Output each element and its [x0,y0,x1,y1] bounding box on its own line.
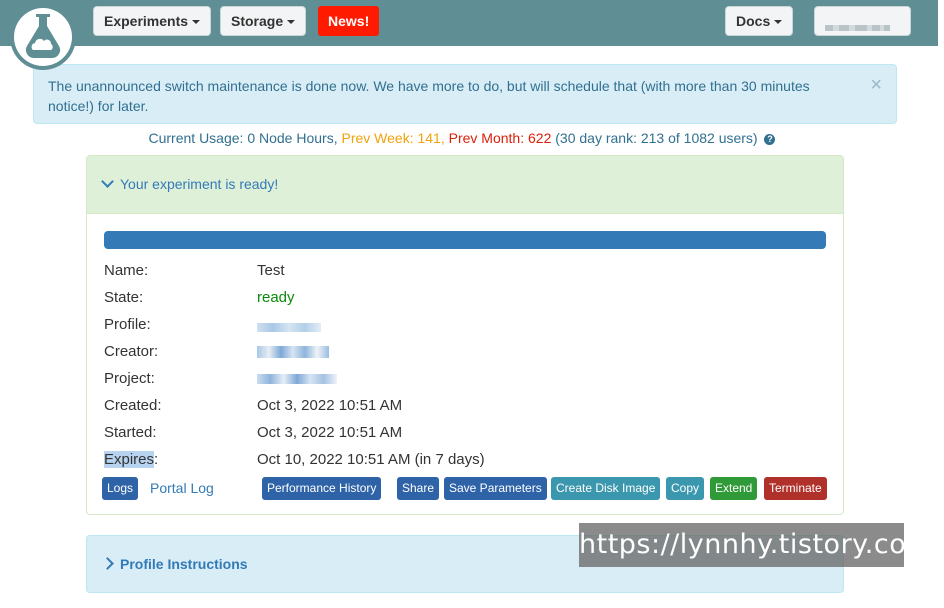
field-label: Started: [104,424,157,441]
field-label: Name: [104,262,149,279]
save-parameters-button[interactable]: Save Parameters [444,477,547,500]
alert-text: The unannounced switch maintenance is do… [48,78,810,114]
close-icon[interactable]: × [870,75,882,95]
experiment-state: ready [257,289,295,306]
extend-button[interactable]: Extend [710,477,758,500]
chevron-down-icon [287,20,296,25]
experiments-menu-label: Experiments [104,13,189,29]
experiment-status-title: Your experiment is ready! [120,176,279,192]
chevron-down-icon [774,20,783,25]
experiments-menu-button[interactable]: Experiments [93,6,212,36]
expires-label-highlight: Expires [104,451,155,468]
field-label: Expires: [104,451,254,468]
prev-week-usage: Prev Week: 141, [341,130,445,146]
create-disk-image-button[interactable]: Create Disk Image [551,477,661,500]
started-time: Oct 3, 2022 10:51 AM [257,424,403,441]
redacted-creator-link[interactable] [257,343,329,360]
logs-button[interactable]: Logs [102,477,139,500]
experiment-progress-bar [104,231,826,249]
logo[interactable] [10,4,76,70]
docs-menu-button[interactable]: Docs [725,6,794,36]
top-navbar: Experiments Storage News! Docs [0,0,938,46]
storage-menu-button[interactable]: Storage [220,6,307,36]
profile-instructions-title: Profile Instructions [120,556,248,572]
watermark: https://lynnhy.tistory.com [579,523,933,567]
performance-history-button[interactable]: Performance History [262,477,382,500]
usage-summary: Current Usage: 0 Node Hours, Prev Week: … [0,130,924,146]
field-label: Profile: [104,316,151,333]
field-label: Creator: [104,343,159,360]
experiment-name: Test [257,262,285,279]
help-icon[interactable]: ? [764,133,776,145]
news-button[interactable]: News! [318,6,380,36]
chevron-down-icon [101,175,114,188]
copy-button[interactable]: Copy [666,477,705,500]
prev-month-usage: Prev Month: 622 [448,130,552,146]
field-label: Created: [104,397,162,414]
experiment-status-heading[interactable]: Your experiment is ready! [87,156,843,214]
user-menu-button[interactable] [814,6,911,36]
portal-log-link[interactable]: Portal Log [150,480,214,496]
expires-time: Oct 10, 2022 10:51 AM (in 7 days) [257,451,485,468]
storage-menu-label: Storage [231,13,284,29]
experiment-status-panel: Your experiment is ready! Name: Test Sta… [86,155,844,515]
redacted-project-link[interactable] [257,370,337,387]
maintenance-alert: The unannounced switch maintenance is do… [33,64,897,124]
flask-cloud-icon [25,14,61,59]
chevron-right-icon [101,557,114,570]
chevron-down-icon [192,20,201,25]
usage-rank: (30 day rank: 213 of 1082 users) [555,130,758,146]
share-button[interactable]: Share [397,477,440,500]
docs-menu-label: Docs [736,13,771,29]
redacted-username [825,18,890,34]
field-label: State: [104,289,144,306]
current-usage: Current Usage: 0 Node Hours, [148,130,338,146]
created-time: Oct 3, 2022 10:51 AM [257,397,403,414]
label-colon: : [154,451,159,468]
field-label: Project: [104,370,155,387]
redacted-profile-link[interactable] [257,316,321,333]
terminate-button[interactable]: Terminate [764,477,827,500]
